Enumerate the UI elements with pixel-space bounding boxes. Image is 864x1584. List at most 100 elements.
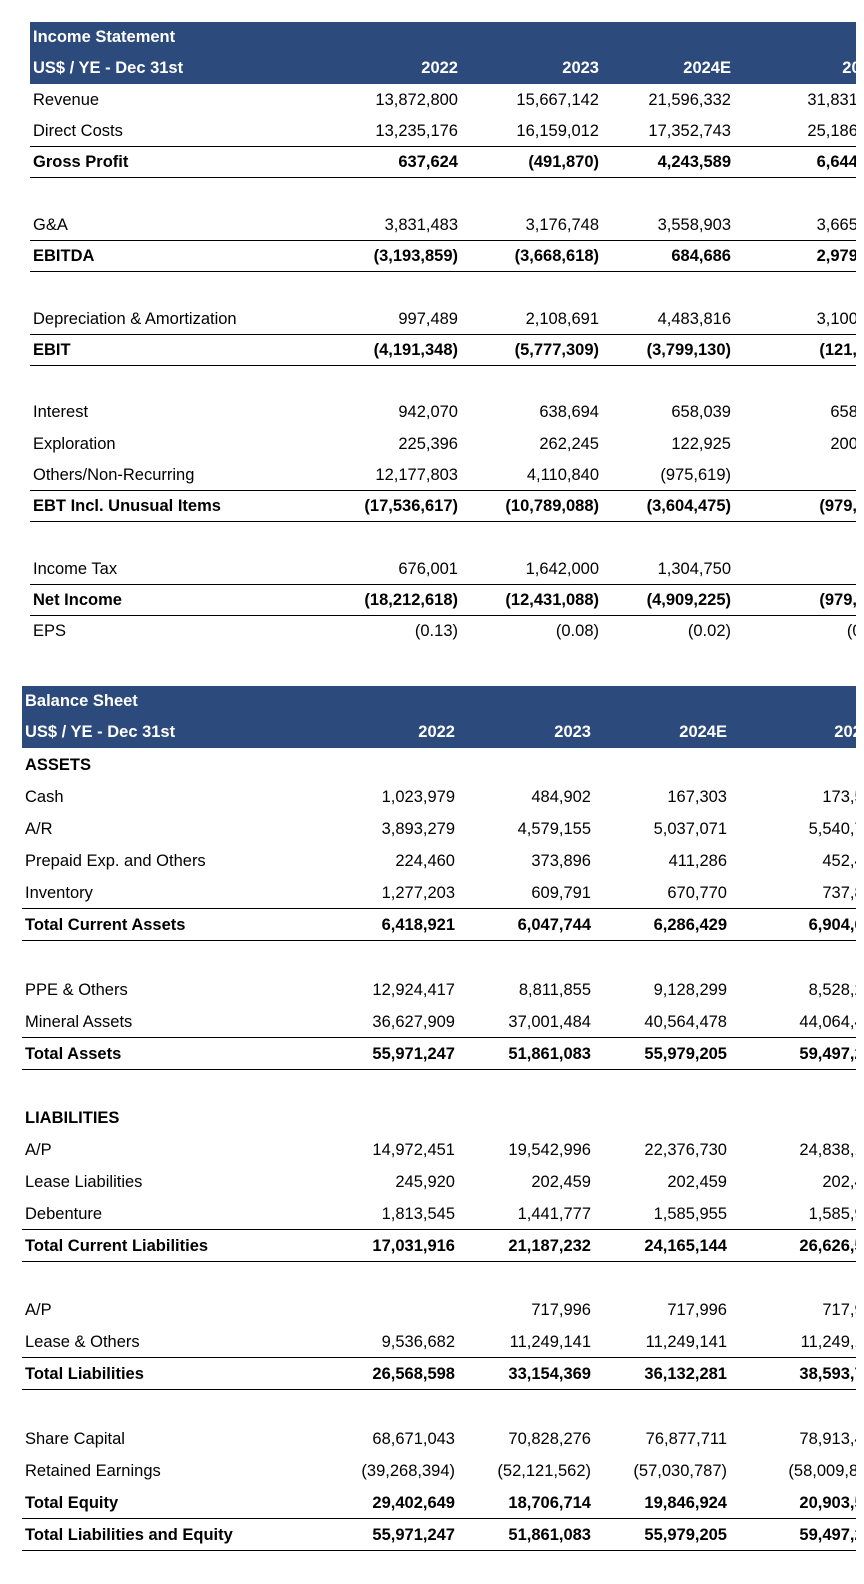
row-ebit: EBIT (4,191,348) (5,777,309) (3,799,130) (12…	[30, 335, 856, 366]
cell-2022: 942,070	[398, 403, 458, 421]
column-header-2023: 2023	[562, 59, 599, 77]
table-title-row: Income Statement	[30, 22, 856, 53]
cell-2023: (5,777,309)	[514, 341, 599, 359]
cell-2025e: 173,574	[822, 788, 856, 806]
cell-2024e: 76,877,711	[645, 1430, 727, 1448]
row-inventory: Inventory 1,277,203 609,791 670,770 737,847	[22, 878, 856, 909]
cell-2023: 15,667,142	[516, 91, 599, 109]
cell-2025e: 38,593,721	[799, 1365, 856, 1383]
cell-2024e: 17,352,743	[648, 122, 731, 140]
row-total-liabilities-equity: Total Liabilities and Equity 55,971,247 51…	[22, 1520, 856, 1551]
row-direct-costs: Direct Costs 13,235,176 16,159,012 17,352,7…	[30, 116, 856, 147]
table-subtitle: US$ / YE - Dec 31st	[33, 59, 184, 77]
table-subtitle: US$ / YE - Dec 31st	[25, 723, 176, 741]
row-ap-long-term: A/P 717,996 717,996 717,996	[22, 1295, 856, 1326]
row-label: A/P	[25, 1141, 52, 1159]
cell-2022: 17,031,916	[372, 1237, 455, 1255]
column-header-2025e: 2025E	[842, 59, 856, 77]
column-header-2022: 2022	[418, 723, 455, 741]
row-label: Total Current Liabilities	[25, 1237, 209, 1255]
cell-2025e: 11,249,141	[800, 1333, 856, 1351]
cell-2022: 3,831,483	[384, 216, 458, 234]
row-ppe: PPE & Others 12,924,417 8,811,855 9,128,299…	[22, 975, 856, 1006]
cell-2025e: (121,029)	[819, 341, 856, 359]
cell-2022: (4,191,348)	[373, 341, 458, 359]
table-title: Income Statement	[33, 28, 176, 46]
cell-2023: 609,791	[531, 884, 591, 902]
cell-2025e: 202,459	[822, 1173, 856, 1191]
row-depreciation: Depreciation & Amortization 997,489 2,108,…	[30, 304, 856, 335]
cell-2023: 19,542,996	[508, 1141, 591, 1159]
row-label: Mineral Assets	[25, 1013, 133, 1031]
row-label: Total Equity	[25, 1494, 119, 1512]
cell-2024e: 1,304,750	[657, 560, 731, 578]
cell-2025e: 452,414	[822, 852, 856, 870]
cell-2022: (0.13)	[414, 622, 458, 640]
cell-2024e: (4,909,225)	[646, 591, 731, 609]
cell-2025e: 2,979,066	[816, 247, 856, 265]
cell-2024e: 717,996	[667, 1301, 727, 1319]
row-label: Share Capital	[25, 1430, 125, 1448]
cell-2024e: 411,286	[668, 852, 727, 870]
cell-2025e: 658,039	[830, 403, 856, 421]
cell-2025e: 200,000	[830, 435, 856, 453]
cell-2023: 70,828,276	[508, 1430, 591, 1448]
cell-2023: 717,996	[531, 1301, 591, 1319]
cell-2025e: 8,528,202	[808, 981, 856, 999]
cell-2024e: 11,249,141	[645, 1333, 727, 1351]
row-total-equity: Total Equity 29,402,649 18,706,714 19,846,9…	[22, 1488, 856, 1519]
cell-2023: 4,110,840	[526, 466, 599, 484]
cell-2022: 36,627,909	[372, 1013, 455, 1031]
cell-2025e: 25,186,877	[807, 122, 856, 140]
column-header-2025e: 2025E	[834, 723, 856, 741]
cell-2023: 1,441,777	[517, 1205, 591, 1223]
cell-2022: (17,536,617)	[364, 497, 458, 515]
row-label: Revenue	[33, 91, 100, 109]
row-ebitda: EBITDA (3,193,859) (3,668,618) 684,686 2,979…	[30, 241, 856, 272]
cell-2025e: 59,497,293	[799, 1526, 856, 1544]
table-title: Balance Sheet	[25, 692, 138, 710]
cell-2022: 29,402,649	[372, 1494, 455, 1512]
row-label: Others/Non-Recurring	[33, 466, 195, 484]
cell-2024e: 6,286,429	[653, 916, 727, 934]
row-label: G&A	[33, 216, 68, 234]
row-label: Total Liabilities	[25, 1365, 144, 1383]
row-divider	[22, 940, 856, 941]
cell-2025e: (58,009,854)	[788, 1462, 856, 1480]
cell-2023: 4,579,155	[517, 820, 591, 838]
row-divider	[22, 1261, 856, 1262]
income-statement-table: Income Statement US$ / YE - Dec 31st 2022 2…	[30, 22, 856, 652]
row-lease-liabilities: Lease Liabilities 245,920 202,459 202,459 20…	[22, 1167, 856, 1198]
cell-2022: 676,001	[398, 560, 458, 578]
row-share-capital: Share Capital 68,671,043 70,828,276 76,877,…	[22, 1424, 856, 1455]
row-label: Total Liabilities and Equity	[25, 1526, 233, 1544]
row-label: EBT Incl. Unusual Items	[33, 497, 221, 515]
row-prepaid: Prepaid Exp. and Others 224,460 373,896 411…	[22, 846, 856, 877]
cell-2025e: (0.00)	[846, 622, 856, 640]
column-header-row: US$ / YE - Dec 31st 2022 2023 2024E 2025E	[22, 717, 856, 748]
cell-2025e: 26,626,584	[799, 1237, 856, 1255]
row-label: EPS	[33, 622, 67, 640]
cell-2025e: 20,903,571	[799, 1494, 856, 1512]
cell-2023: 11,249,141	[509, 1333, 591, 1351]
cell-2024e: 22,376,730	[644, 1141, 727, 1159]
cell-2025e: (979,067)	[819, 497, 856, 515]
row-total-assets: Total Assets 55,971,247 51,861,083 55,979,2…	[22, 1039, 856, 1070]
cell-2024e: 5,037,071	[653, 820, 727, 838]
cell-2022: 55,971,247	[372, 1526, 455, 1544]
cell-2025e: (979,067)	[819, 591, 856, 609]
cell-2024e: 9,128,299	[653, 981, 727, 999]
cell-2024e: (57,030,787)	[633, 1462, 727, 1480]
row-label: Interest	[33, 403, 89, 421]
row-ap: A/P 14,972,451 19,542,996 22,376,730 24,838,…	[22, 1135, 856, 1166]
row-cash: Cash 1,023,979 484,902 167,303 173,574	[22, 782, 856, 813]
row-exploration: Exploration 225,396 262,245 122,925 200,000	[30, 429, 856, 460]
cell-2025e: 6,644,736	[816, 153, 856, 171]
cell-2023: 2,108,691	[525, 310, 599, 328]
cell-2022: 13,235,176	[375, 122, 458, 140]
cell-2024e: 670,770	[667, 884, 727, 902]
cell-2022: 1,023,979	[381, 788, 455, 806]
cell-2024e: 658,039	[671, 403, 731, 421]
row-divider	[30, 271, 856, 272]
column-header-2024e: 2024E	[679, 723, 727, 741]
